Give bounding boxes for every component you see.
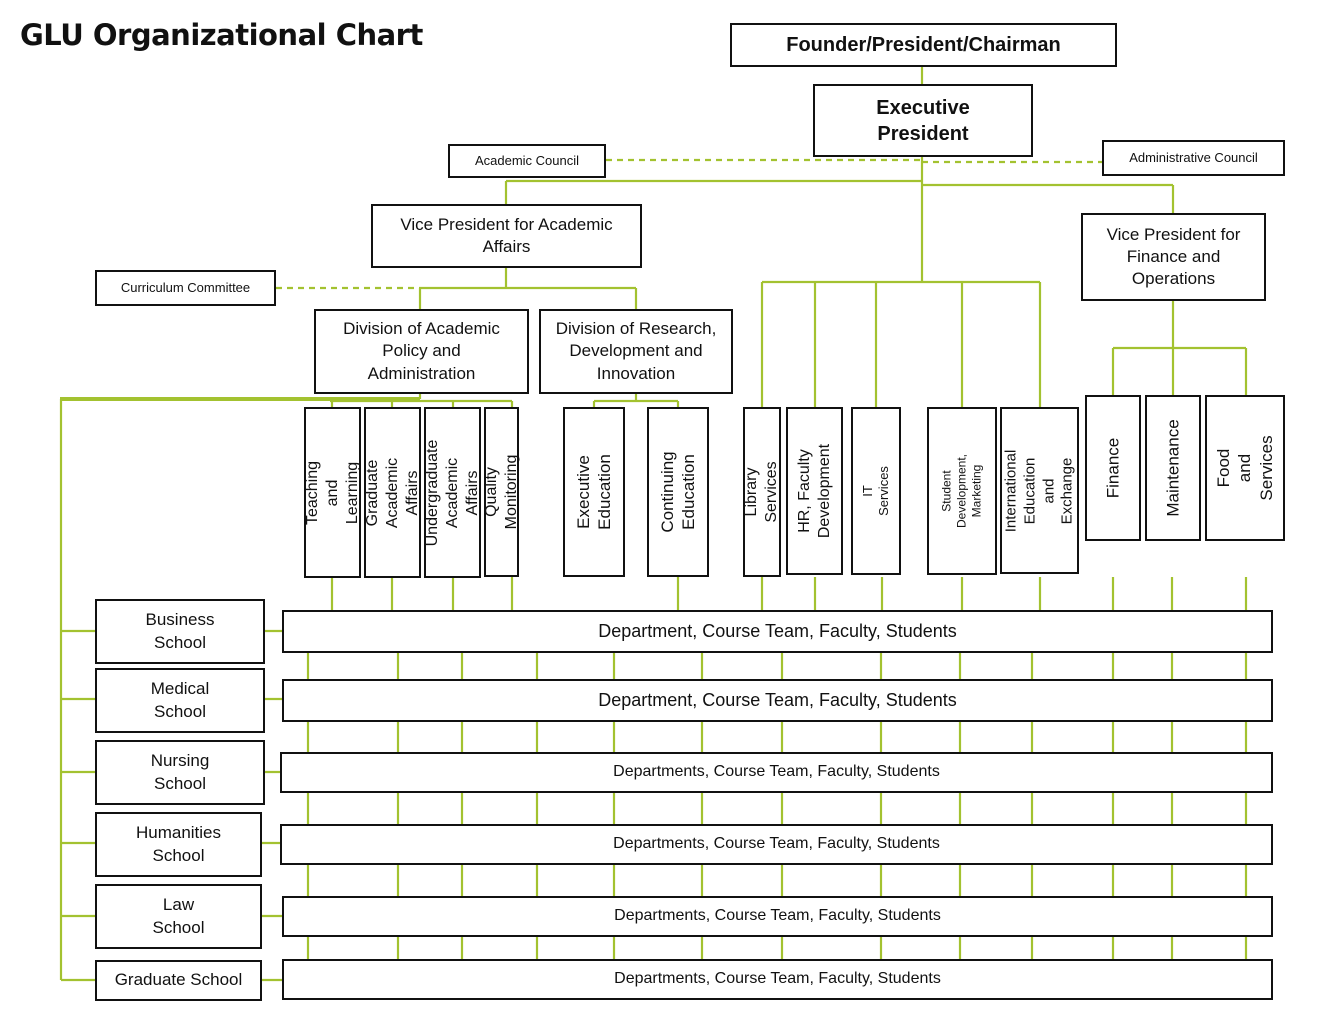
unit-hr-faculty-development[interactable]: HR, Faculty Development (786, 407, 843, 575)
unit-label: HR, Faculty Development (795, 443, 833, 539)
departments-bar-medical[interactable]: Department, Course Team, Faculty, Studen… (282, 679, 1273, 722)
unit-graduate-academic-affairs[interactable]: Graduate Academic Affairs (364, 407, 421, 578)
administrative-council-box[interactable]: Administrative Council (1102, 140, 1285, 176)
curriculum-committee-label: Curriculum Committee (120, 279, 251, 295)
unit-label: Food and Services (1214, 435, 1276, 501)
school-label: Humanities School (135, 823, 222, 865)
unit-label: Quality Monitoring (482, 454, 520, 530)
vp-academic-label: Vice President for Academic Affairs (400, 214, 613, 256)
school-nursing[interactable]: Nursing School (95, 740, 265, 805)
school-humanities[interactable]: Humanities School (95, 812, 262, 877)
division-research-box[interactable]: Division of Research, Development and In… (539, 309, 733, 394)
unit-label: Teaching and Learning (303, 460, 361, 525)
school-label: Graduate School (114, 970, 243, 990)
departments-label: Department, Course Team, Faculty, Studen… (598, 620, 957, 641)
unit-label: Maintenance (1163, 419, 1183, 517)
unit-food-services[interactable]: Food and Services (1205, 395, 1285, 541)
unit-library-services[interactable]: Library Services (743, 407, 781, 577)
academic-council-box[interactable]: Academic Council (448, 144, 606, 178)
unit-label: Graduate Academic Affairs (363, 457, 421, 528)
departments-bar-graduate[interactable]: Departments, Course Team, Faculty, Stude… (282, 959, 1273, 1000)
school-label: Nursing School (150, 751, 210, 793)
unit-label: Continuing Education (657, 451, 698, 533)
unit-international-education[interactable]: International Education and Exchange (1000, 407, 1079, 574)
academic-council-label: Academic Council (474, 152, 580, 168)
unit-undergraduate-academic-affairs[interactable]: Undergraduate Academic Affairs (424, 407, 481, 578)
division-research-label: Division of Research, Development and In… (555, 319, 717, 383)
school-business[interactable]: Business School (95, 599, 265, 664)
departments-label: Department, Course Team, Faculty, Studen… (598, 689, 957, 710)
departments-label: Departments, Course Team, Faculty, Stude… (614, 970, 941, 988)
unit-quality-monitoring[interactable]: Quality Monitoring (482, 407, 520, 577)
unit-label: International Education and Exchange (1002, 449, 1076, 532)
division-academic-policy-label: Division of Academic Policy and Administ… (343, 319, 500, 383)
departments-bar-nursing[interactable]: Departments, Course Team, Faculty, Stude… (280, 752, 1273, 793)
school-label: Medical School (150, 679, 210, 721)
school-graduate[interactable]: Graduate School (95, 960, 262, 1001)
administrative-council-label: Administrative Council (1129, 149, 1258, 165)
unit-finance[interactable]: Finance (1085, 395, 1141, 541)
school-label: Law School (152, 895, 205, 937)
unit-label: Executive Education (573, 454, 614, 530)
departments-label: Departments, Course Team, Faculty, Stude… (613, 763, 940, 781)
executive-president-box[interactable]: Executive President (813, 84, 1033, 157)
unit-label: Undergraduate Academic Affairs (423, 439, 481, 546)
unit-teaching-learning[interactable]: Teaching and Learning (304, 407, 361, 578)
vp-finance-label: Vice President for Finance and Operation… (1106, 224, 1241, 289)
vp-academic-box[interactable]: Vice President for Academic Affairs (371, 204, 642, 268)
unit-continuing-education[interactable]: Continuing Education (647, 407, 709, 577)
unit-maintenance[interactable]: Maintenance (1145, 395, 1201, 541)
division-academic-policy-box[interactable]: Division of Academic Policy and Administ… (314, 309, 529, 394)
curriculum-committee-box[interactable]: Curriculum Committee (95, 270, 276, 306)
school-law[interactable]: Law School (95, 884, 262, 949)
departments-bar-humanities[interactable]: Departments, Course Team, Faculty, Stude… (280, 824, 1273, 865)
departments-label: Departments, Course Team, Faculty, Stude… (614, 907, 941, 925)
school-medical[interactable]: Medical School (95, 668, 265, 733)
unit-label: Student Development, Marketing (939, 453, 984, 529)
unit-label: Library Services (743, 461, 780, 523)
school-label: Business School (145, 610, 215, 652)
vp-finance-box[interactable]: Vice President for Finance and Operation… (1081, 213, 1266, 301)
executive-president-label: Executive President (876, 96, 970, 145)
unit-it-services[interactable]: IT Services (851, 407, 901, 575)
unit-student-development-marketing[interactable]: Student Development, Marketing (927, 407, 997, 575)
unit-label: Finance (1103, 437, 1123, 499)
departments-bar-law[interactable]: Departments, Course Team, Faculty, Stude… (282, 896, 1273, 937)
founder-label: Founder/President/Chairman (786, 34, 1061, 56)
departments-label: Departments, Course Team, Faculty, Stude… (613, 835, 940, 853)
founder-box[interactable]: Founder/President/Chairman (730, 23, 1117, 67)
unit-label: IT Services (859, 466, 891, 516)
unit-executive-education[interactable]: Executive Education (563, 407, 625, 577)
departments-bar-business[interactable]: Department, Course Team, Faculty, Studen… (282, 610, 1273, 653)
